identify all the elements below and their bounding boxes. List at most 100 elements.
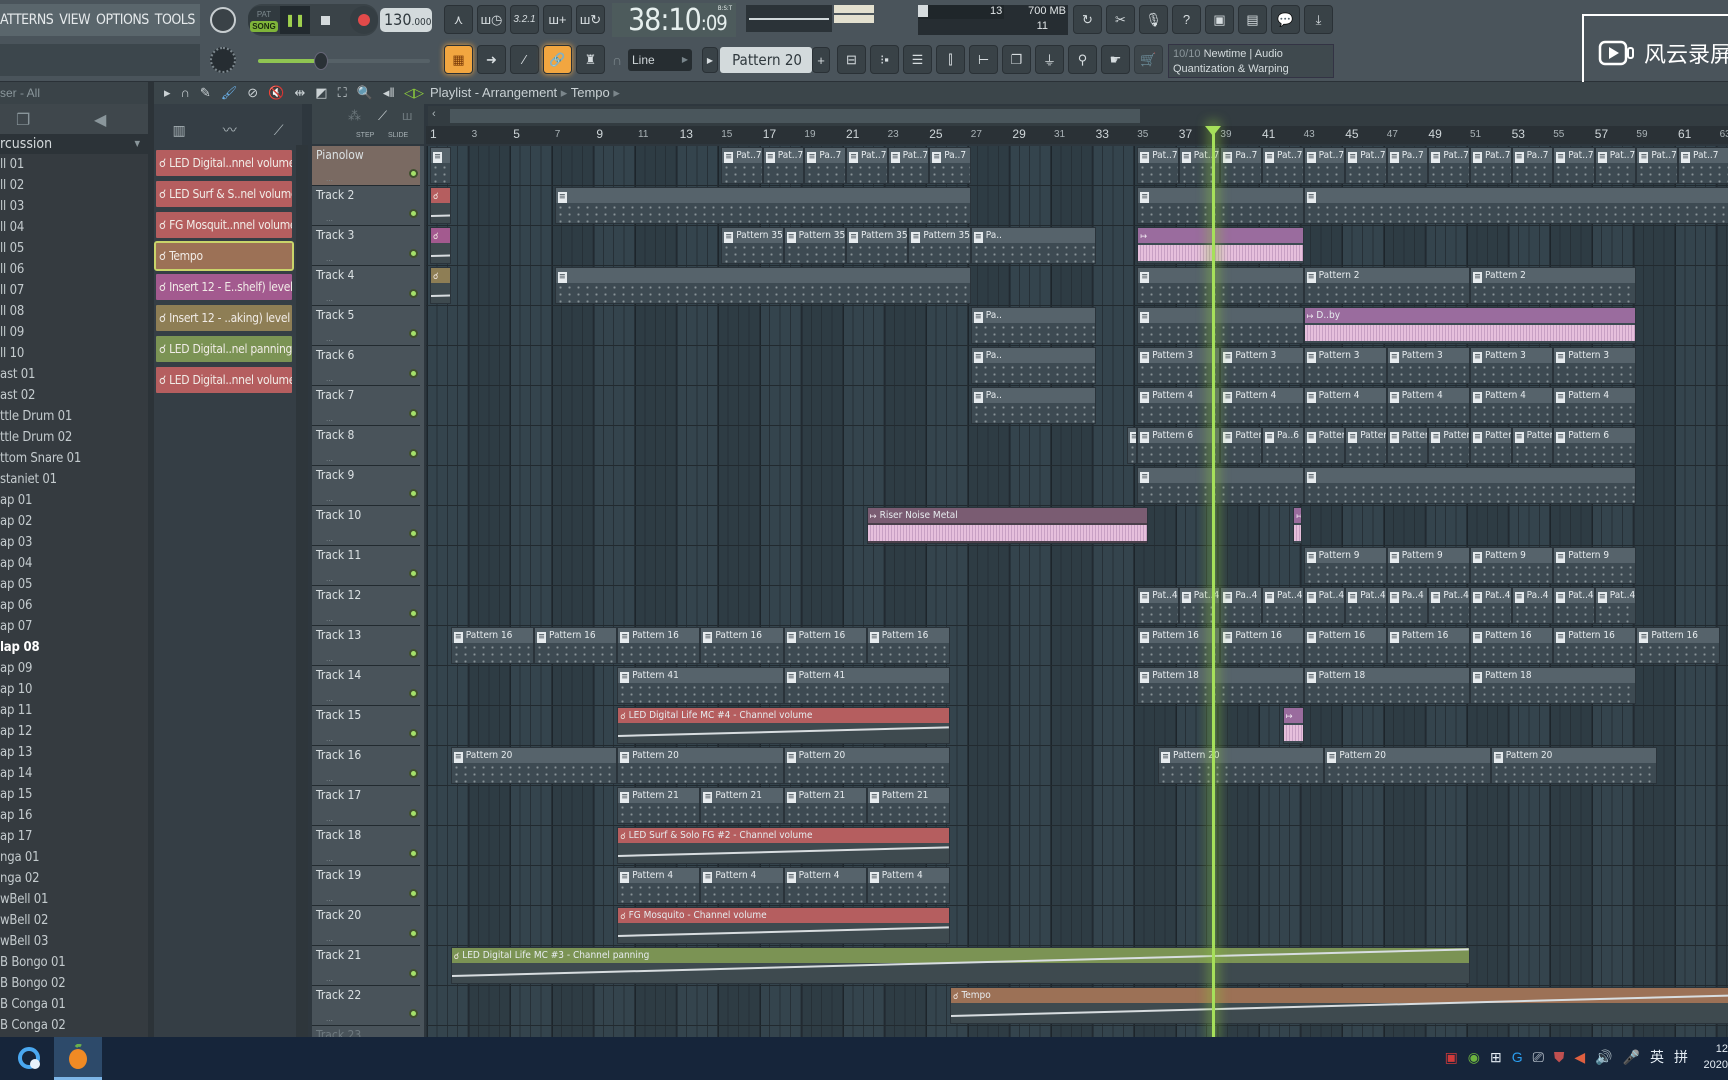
pattern-clip[interactable]: Pattern 9 [1386, 547, 1470, 584]
automation-clip[interactable]: FG Mosquito - Channel volume [617, 907, 950, 944]
pattern-clip[interactable]: Pattern 6 [1220, 427, 1262, 464]
channel-rack-button[interactable]: ☰ [903, 45, 932, 74]
track-mute-led[interactable] [409, 889, 418, 898]
pattern-clip[interactable] [1303, 187, 1728, 224]
track-menu-icon[interactable]: ... [326, 334, 333, 343]
pattern-clip[interactable]: Pat..4 [1553, 587, 1595, 624]
pattern-clip[interactable] [430, 147, 451, 184]
track-mute-led[interactable] [409, 249, 418, 258]
link-button[interactable]: 🔗 [543, 45, 572, 74]
browser-item[interactable]: ap 14 [0, 763, 148, 784]
microphone-tray-icon[interactable]: 🎤 [1623, 1049, 1640, 1066]
pattern-clip[interactable]: Pattern 3 [1137, 347, 1221, 384]
pattern-clip[interactable]: Pattern 21 [783, 787, 867, 824]
pattern-clip[interactable]: Pat..4 [1262, 587, 1304, 624]
browser-item[interactable]: ll 06 [0, 259, 148, 280]
track-header[interactable]: Track 21... [312, 946, 424, 986]
pattern-clip[interactable]: Pattern 21 [617, 787, 701, 824]
pattern-clip[interactable]: Pattern 18 [1137, 667, 1304, 704]
track-mute-led[interactable] [409, 289, 418, 298]
browser-item[interactable]: ll 05 [0, 238, 148, 259]
clip-source-item[interactable]: ☌ FG Mosquit..nnel volume [156, 212, 292, 238]
countdown-button[interactable]: 3.2.1 [510, 5, 539, 34]
pattern-clip[interactable]: Pattern 16 [1553, 627, 1637, 664]
browser-item[interactable]: ap 12 [0, 721, 148, 742]
slip-icon[interactable]: ⇹ [294, 85, 305, 101]
pattern-clip[interactable]: Pattern 16 [534, 627, 618, 664]
track-mute-led[interactable] [409, 169, 418, 178]
pattern-clip[interactable] [1303, 467, 1637, 504]
pattern-clip[interactable]: Pat..7 [1678, 147, 1728, 184]
pattern-clip[interactable]: Pattern 16 [617, 627, 701, 664]
browser-item[interactable]: ttom Snare 01 [0, 448, 148, 469]
pattern-clip[interactable]: Pat..4 [1303, 587, 1346, 624]
track-menu-icon[interactable]: ... [326, 934, 333, 943]
track-mute-led[interactable] [409, 209, 418, 218]
menu-view[interactable]: VIEW [59, 12, 90, 28]
browser-item[interactable]: nga 02 [0, 868, 148, 889]
track-mute-led[interactable] [409, 649, 418, 658]
pattern-clip[interactable]: Pattern 4 [700, 867, 784, 904]
browser-item[interactable]: wBell 01 [0, 889, 148, 910]
browser-header[interactable]: ser - All [0, 82, 148, 104]
track-header[interactable]: Track 15... [312, 706, 424, 746]
track-menu-icon[interactable]: ... [326, 214, 333, 223]
track-mute-led[interactable] [409, 809, 418, 818]
pattern-clip[interactable] [1137, 467, 1304, 504]
track-mute-led[interactable] [409, 329, 418, 338]
main-volume-slider[interactable] [258, 52, 430, 70]
track-menu-icon[interactable]: ... [326, 654, 333, 663]
pattern-clip[interactable]: Pattern 2 [1303, 267, 1470, 304]
browser-item[interactable]: ap 02 [0, 511, 148, 532]
pattern-clip[interactable]: Pattern 16 [783, 627, 867, 664]
ime-indicator[interactable]: 拼 [1674, 1047, 1688, 1067]
pattern-clip[interactable]: Pattern 6 [1303, 427, 1346, 464]
audio-clip[interactable] [1137, 227, 1304, 264]
scroll-left-icon[interactable]: ‹ [432, 108, 436, 120]
pattern-clip[interactable] [1137, 307, 1304, 344]
browser-item[interactable]: B Conga 01 [0, 994, 148, 1015]
pattern-clip[interactable]: Pat..7 [1594, 147, 1637, 184]
pattern-clip[interactable]: Pattern 9 [1553, 547, 1637, 584]
track-header[interactable]: Track 5... [312, 306, 424, 346]
export-button[interactable]: ▤ [1238, 5, 1267, 34]
track-mute-led[interactable] [409, 529, 418, 538]
tempo-field[interactable]: 130.000 [380, 8, 432, 32]
track-header[interactable]: Track 3... [312, 226, 424, 266]
browser-item[interactable]: ap 13 [0, 742, 148, 763]
add-pattern-button[interactable]: + [812, 47, 830, 73]
browser-item[interactable]: ap 16 [0, 805, 148, 826]
pattern-clip[interactable]: Pattern 6 [1553, 427, 1637, 464]
zoom-icon[interactable]: 🔍 [357, 85, 373, 101]
track-header[interactable]: Track 2... [312, 186, 424, 226]
track-mute-led[interactable] [409, 449, 418, 458]
track-header[interactable]: Track 4... [312, 266, 424, 306]
pattern-clip[interactable]: Pattern 9 [1303, 547, 1387, 584]
track-menu-icon[interactable]: ... [326, 574, 333, 583]
browser-item[interactable]: wBell 02 [0, 910, 148, 931]
pattern-clip[interactable]: Pattern 6 [1137, 427, 1221, 464]
track-mute-led[interactable] [409, 769, 418, 778]
clip-source-item[interactable]: ☌ LED Digital..nel panning [156, 336, 292, 362]
pattern-clip[interactable]: Pattern 6 [1386, 427, 1429, 464]
pattern-prev-button[interactable]: ▶ [702, 47, 718, 73]
track-menu-icon[interactable]: ... [326, 174, 333, 183]
pattern-clip[interactable]: Pattern 16 [1220, 627, 1304, 664]
pattern-selector[interactable]: Pattern 20 [720, 47, 812, 73]
browser-folder-percussion[interactable]: rcussion ▼ [0, 134, 148, 154]
metronome-button[interactable]: ⋏ [444, 5, 473, 34]
track-mute-led[interactable] [409, 1009, 418, 1018]
browser-item[interactable]: lap 08 [0, 637, 148, 658]
pattern-clip[interactable]: Pat..4 [1594, 587, 1637, 624]
project-picker-button[interactable]: ❐ [1002, 45, 1031, 74]
pattern-clip[interactable]: Pat..7 [762, 147, 805, 184]
track-header[interactable]: Track 20... [312, 906, 424, 946]
pattern-clip[interactable]: Pattern 20 [1490, 747, 1658, 784]
overview-viewport[interactable] [450, 109, 1140, 123]
pattern-clip[interactable] [1137, 267, 1304, 304]
pattern-clip[interactable]: Pattern 20 [1324, 747, 1491, 784]
pattern-clip[interactable]: Pattern 3 [1303, 347, 1387, 384]
pattern-clip[interactable]: Pattern 4 [617, 867, 701, 904]
clip-source-item[interactable]: ☌ Insert 12 - E..shelf) level [156, 274, 292, 300]
pattern-clip[interactable]: Pattern 21 [700, 787, 784, 824]
